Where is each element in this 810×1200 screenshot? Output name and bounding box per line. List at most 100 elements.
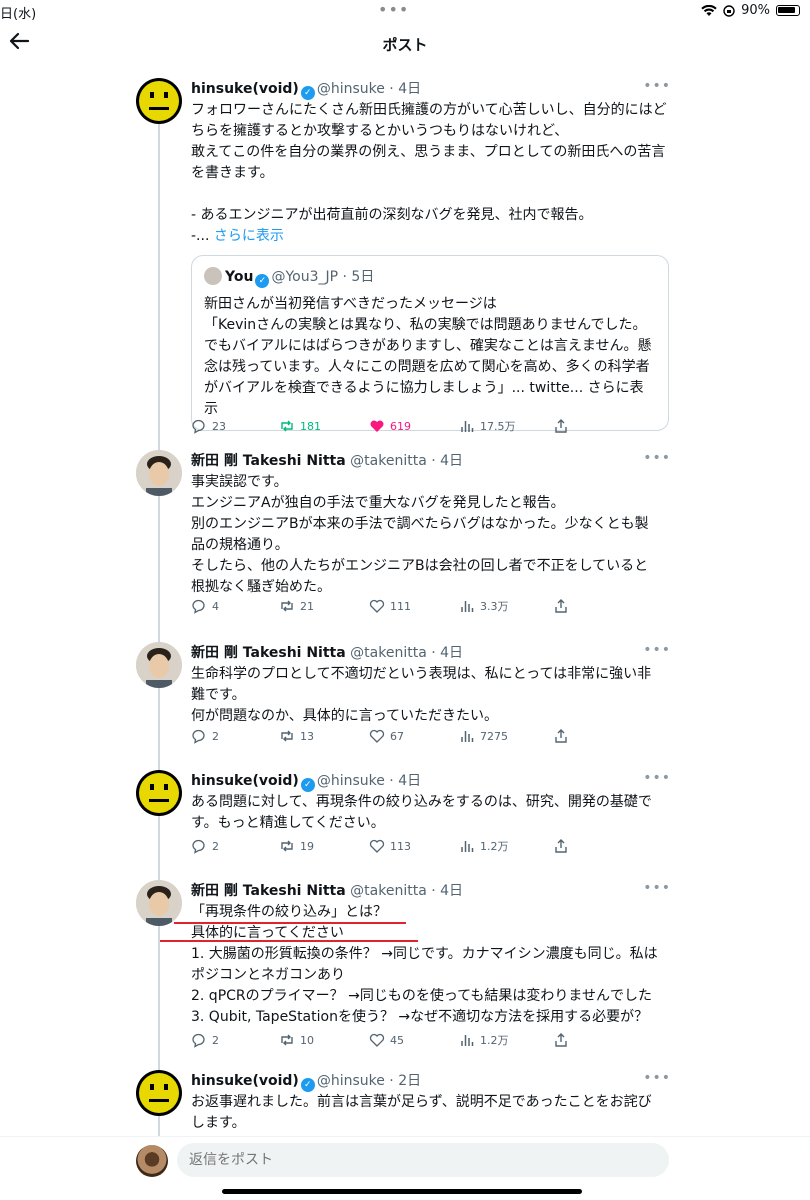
- more-options-icon[interactable]: •••: [643, 78, 671, 94]
- multitasking-dots-icon[interactable]: •••: [378, 0, 409, 19]
- post-time[interactable]: 4日: [440, 645, 463, 661]
- like-button[interactable]: 619: [369, 418, 411, 434]
- avatar[interactable]: [136, 770, 182, 816]
- view-count: 17.5万: [480, 420, 516, 433]
- repost-button[interactable]: 10: [279, 1032, 314, 1048]
- post-time[interactable]: 4日: [440, 883, 463, 899]
- reply-button[interactable]: 2: [191, 1032, 219, 1048]
- share-icon: [555, 1033, 567, 1047]
- like-button[interactable]: 113: [369, 838, 411, 854]
- views-button[interactable]: 17.5万: [459, 418, 516, 434]
- views-button[interactable]: 1.2万: [459, 1032, 509, 1048]
- views-button[interactable]: 3.3万: [459, 598, 509, 614]
- reply-button[interactable]: 2: [191, 838, 219, 854]
- nav-bar: ポスト: [0, 26, 810, 62]
- share-button[interactable]: [553, 598, 569, 614]
- post-time[interactable]: 2日: [398, 1073, 421, 1089]
- like-button[interactable]: 45: [369, 1032, 404, 1048]
- reply-count: 23: [212, 419, 226, 433]
- post-time[interactable]: 4日: [398, 81, 421, 97]
- reply-count: 2: [212, 1033, 219, 1047]
- views-button[interactable]: 7275: [459, 728, 508, 744]
- author-name[interactable]: 新田 剛 Takeshi Nitta: [191, 645, 346, 661]
- reply-icon: [192, 729, 205, 744]
- author-name[interactable]: hinsuke(void): [191, 773, 299, 789]
- post-text: ある問題に対して、再現条件の絞り込みをするのは、研究、開発の基礎で す。もっと精…: [191, 794, 652, 831]
- repost-icon: [281, 420, 293, 432]
- avatar[interactable]: [136, 880, 182, 926]
- post-text: お返事遅れました。前言は言葉が足らず、説明不足であったことをお詫び します。: [191, 1094, 652, 1131]
- post-actions: 2 13 67 7275: [191, 728, 571, 748]
- author-name[interactable]: hinsuke(void): [191, 81, 299, 97]
- share-icon: [555, 839, 567, 853]
- post-time[interactable]: 4日: [440, 453, 463, 469]
- reply-icon: [192, 839, 205, 854]
- author-handle[interactable]: @takenitta: [350, 883, 427, 899]
- author-handle[interactable]: @hinsuke: [317, 1073, 385, 1089]
- view-count: 1.2万: [480, 840, 509, 853]
- reply-button[interactable]: 2: [191, 728, 219, 744]
- author-name[interactable]: 新田 剛 Takeshi Nitta: [191, 883, 346, 899]
- show-more-link[interactable]: さらに表示: [214, 228, 284, 244]
- quoted-post[interactable]: You ✓ @You3_JP · 5日 新田さんが当初発信すべきだったメッセージは …: [191, 255, 669, 431]
- status-right: 90%: [701, 3, 800, 18]
- avatar[interactable]: [136, 450, 182, 496]
- share-button[interactable]: [553, 728, 569, 744]
- author-handle[interactable]: @hinsuke: [317, 773, 385, 789]
- repost-button[interactable]: 21: [279, 598, 314, 614]
- reply-count: 2: [212, 729, 219, 743]
- repost-button[interactable]: 13: [279, 728, 314, 744]
- more-options-icon[interactable]: •••: [643, 450, 671, 466]
- repost-button[interactable]: 19: [279, 838, 314, 854]
- avatar[interactable]: [136, 78, 182, 124]
- reply-button[interactable]: 23: [191, 418, 226, 434]
- avatar[interactable]: [136, 642, 182, 688]
- verified-badge-icon: ✓: [300, 1078, 315, 1092]
- view-count: 3.3万: [480, 600, 509, 613]
- more-options-icon[interactable]: •••: [643, 1070, 671, 1086]
- repost-count: 13: [300, 729, 314, 743]
- quote-time: 5日: [351, 269, 375, 285]
- repost-count: 19: [300, 839, 314, 853]
- reply-input[interactable]: [177, 1143, 669, 1177]
- more-options-icon[interactable]: •••: [643, 642, 671, 658]
- author-handle[interactable]: @takenitta: [350, 645, 427, 661]
- like-count: 111: [390, 599, 411, 613]
- views-chart-icon: [461, 421, 474, 432]
- battery-icon: [776, 5, 800, 16]
- like-button[interactable]: 111: [369, 598, 411, 614]
- views-chart-icon: [461, 841, 474, 852]
- share-button[interactable]: [553, 1032, 569, 1048]
- avatar[interactable]: [136, 1070, 182, 1116]
- author-name[interactable]: 新田 剛 Takeshi Nitta: [191, 453, 346, 469]
- view-count: 7275: [480, 729, 508, 743]
- heart-icon: [369, 729, 385, 743]
- more-options-icon[interactable]: •••: [643, 770, 671, 786]
- like-button[interactable]: 67: [369, 728, 404, 744]
- current-user-avatar: [136, 1145, 168, 1177]
- home-indicator[interactable]: [222, 1189, 582, 1194]
- quote-text: 新田さんが当初発信すべきだったメッセージは 「Kevinさんの実験とは異なり、私…: [204, 296, 652, 417]
- post-time[interactable]: 4日: [398, 773, 421, 789]
- quote-author-name: You: [225, 269, 254, 285]
- post-header: 新田 剛 Takeshi Nitta @takenitta · 4日 •••: [191, 450, 671, 469]
- rotation-lock-icon: [723, 4, 735, 17]
- red-underline-annotation: [160, 940, 418, 942]
- heart-icon: [369, 599, 385, 613]
- reply-button[interactable]: 4: [191, 598, 219, 614]
- heart-icon: [369, 1033, 385, 1047]
- views-button[interactable]: 1.2万: [459, 838, 509, 854]
- quote-header: You ✓ @You3_JP · 5日: [204, 266, 656, 288]
- author-name[interactable]: hinsuke(void): [191, 1073, 299, 1089]
- views-chart-icon: [461, 601, 474, 612]
- repost-button[interactable]: 181: [279, 418, 321, 434]
- post-header: hinsuke(void) ✓ @hinsuke · 4日 •••: [191, 770, 671, 792]
- share-button[interactable]: [553, 418, 569, 434]
- repost-icon: [281, 1034, 293, 1046]
- author-handle[interactable]: @takenitta: [350, 453, 427, 469]
- more-options-icon[interactable]: •••: [643, 880, 671, 896]
- share-button[interactable]: [553, 838, 569, 854]
- author-handle[interactable]: @hinsuke: [317, 81, 385, 97]
- repost-count: 181: [300, 419, 321, 433]
- like-count: 619: [390, 419, 411, 433]
